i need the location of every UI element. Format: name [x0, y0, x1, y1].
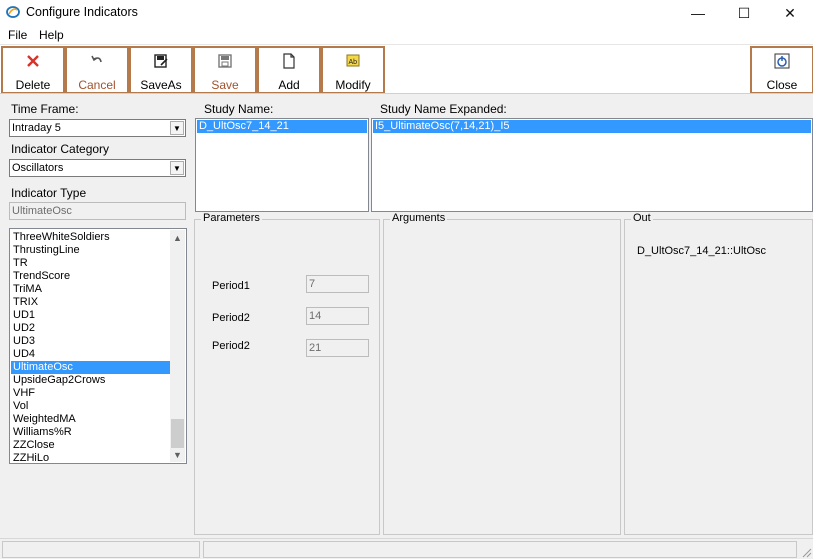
parameters-group: Parameters Period1 7 Period2 14 Period2 …: [194, 212, 380, 535]
cancel-label: Cancel: [78, 78, 116, 92]
add-button[interactable]: Add: [257, 46, 321, 94]
close-button[interactable]: Close: [750, 46, 813, 94]
scroll-up-icon[interactable]: ▲: [170, 230, 185, 245]
parameters-title: Parameters: [201, 212, 262, 224]
param-value: 21: [309, 342, 322, 354]
maximize-icon: ☐: [737, 4, 751, 21]
svg-text:Ab: Ab: [349, 59, 358, 66]
window-title: Configure Indicators: [26, 5, 138, 19]
menu-bar: File Help: [0, 26, 813, 44]
indicator-list-item[interactable]: WeightedMA: [11, 413, 170, 426]
study-name-expanded-label: Study Name Expanded:: [380, 102, 507, 116]
floppy-disk-icon: [218, 54, 232, 68]
title-bar: Configure Indicators — ☐ ✕: [0, 0, 813, 26]
indicator-list-item[interactable]: ThrustingLine: [11, 244, 170, 257]
param-value: 7: [309, 278, 316, 290]
new-page-icon: [283, 53, 295, 69]
indicator-list-item[interactable]: UD2: [11, 322, 170, 335]
time-frame-select[interactable]: Intraday 5 ▼: [9, 119, 186, 137]
indicator-list-item[interactable]: ThreeWhiteSoldiers: [11, 231, 170, 244]
close-window-button[interactable]: ✕: [767, 0, 813, 26]
param-label: Period2: [212, 340, 250, 352]
indicator-list-item[interactable]: TR: [11, 257, 170, 270]
minimize-button[interactable]: —: [675, 0, 721, 26]
param-label: Period1: [212, 280, 250, 292]
status-bar: [0, 538, 813, 559]
indicator-category-value: Oscillators: [12, 162, 64, 174]
indicator-list-scrollbar[interactable]: ▲ ▼: [170, 230, 185, 462]
indicator-type-field: UltimateOsc: [9, 202, 186, 220]
save-as-icon: [154, 54, 168, 68]
close-icon: ✕: [784, 4, 796, 21]
arguments-group: Arguments: [383, 212, 621, 535]
indicator-list-item[interactable]: Williams%R: [11, 426, 170, 439]
study-name-list[interactable]: D_UltOsc7_14_21: [195, 118, 369, 212]
indicator-list-item[interactable]: UD3: [11, 335, 170, 348]
indicator-type-value: UltimateOsc: [12, 205, 72, 217]
scroll-down-icon[interactable]: ▼: [170, 447, 185, 462]
edit-text-icon: Ab: [346, 54, 360, 67]
delete-button[interactable]: Delete: [1, 46, 65, 94]
indicator-list-item[interactable]: UD1: [11, 309, 170, 322]
menu-file[interactable]: File: [8, 28, 27, 42]
indicator-list[interactable]: ThreeWhiteSoldiers ThrustingLine TR TrendSc…: [9, 228, 187, 464]
menu-help[interactable]: Help: [39, 28, 64, 42]
client-area: Time Frame: Intraday 5 ▼ Indicator Categ…: [0, 93, 813, 538]
maximize-button[interactable]: ☐: [721, 0, 767, 26]
power-close-icon: [774, 53, 790, 69]
undo-arrow-icon: [91, 55, 102, 63]
indicator-rows: ThreeWhiteSoldiers ThrustingLine TR TrendSc…: [11, 231, 170, 463]
resize-grip-icon[interactable]: [800, 546, 812, 558]
saveas-button[interactable]: SaveAs: [129, 46, 193, 94]
indicator-list-item[interactable]: Vol: [11, 400, 170, 413]
cancel-button[interactable]: Cancel: [65, 46, 129, 94]
time-frame-value: Intraday 5: [12, 122, 61, 134]
scroll-thumb[interactable]: [171, 419, 184, 448]
status-pane-left: [2, 541, 200, 558]
delete-label: Delete: [15, 78, 51, 92]
close-label: Close: [766, 78, 798, 92]
param-value: 14: [309, 310, 322, 322]
indicator-list-item[interactable]: TriMA: [11, 283, 170, 296]
indicator-list-item[interactable]: UD4: [11, 348, 170, 361]
study-name-expanded-list[interactable]: I5_UltimateOsc(7,14,21)_I5: [371, 118, 813, 212]
chevron-down-icon[interactable]: ▼: [170, 161, 184, 175]
study-name-item[interactable]: D_UltOsc7_14_21: [197, 120, 367, 133]
indicator-category-select[interactable]: Oscillators ▼: [9, 159, 186, 177]
minimize-icon: —: [691, 5, 705, 21]
out-group: Out D_UltOsc7_14_21::UltOsc: [624, 212, 813, 535]
study-name-label: Study Name:: [204, 102, 274, 116]
param-input[interactable]: 21: [306, 339, 369, 357]
save-button[interactable]: Save: [193, 46, 257, 94]
indicator-list-item[interactable]: ZZClose: [11, 439, 170, 452]
toolbar: Delete Cancel SaveAs Save Add Ab Modify …: [0, 44, 813, 94]
indicator-type-label: Indicator Type: [11, 186, 87, 200]
saveas-label: SaveAs: [140, 78, 182, 92]
red-x-icon: [27, 55, 39, 67]
arguments-title: Arguments: [390, 212, 448, 224]
indicator-list-item[interactable]: UpsideGap2Crows: [11, 374, 170, 387]
add-label: Add: [278, 78, 300, 92]
modify-label: Modify: [335, 78, 371, 92]
out-value: D_UltOsc7_14_21::UltOsc: [637, 245, 766, 257]
study-name-expanded-item[interactable]: I5_UltimateOsc(7,14,21)_I5: [373, 120, 811, 133]
time-frame-label: Time Frame:: [11, 102, 79, 116]
save-label: Save: [211, 78, 239, 92]
indicator-list-item[interactable]: VHF: [11, 387, 170, 400]
indicator-list-item[interactable]: TRIX: [11, 296, 170, 309]
out-title: Out: [631, 212, 653, 224]
status-pane-main: [203, 541, 797, 558]
app-icon: [6, 6, 20, 18]
chevron-down-icon[interactable]: ▼: [170, 121, 184, 135]
indicator-list-item[interactable]: TrendScore: [11, 270, 170, 283]
indicator-list-item[interactable]: ZZHiLo: [11, 452, 170, 463]
param-label: Period2: [212, 312, 250, 324]
param-input[interactable]: 7: [306, 275, 369, 293]
indicator-category-label: Indicator Category: [11, 142, 110, 156]
param-input[interactable]: 14: [306, 307, 369, 325]
modify-button[interactable]: Ab Modify: [321, 46, 385, 94]
indicator-list-item[interactable]: UltimateOsc: [11, 361, 170, 374]
